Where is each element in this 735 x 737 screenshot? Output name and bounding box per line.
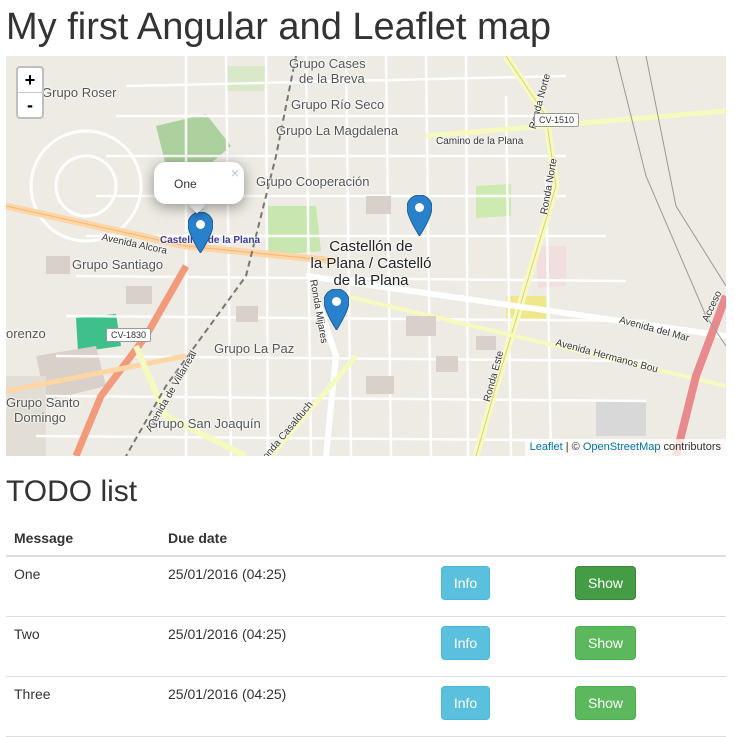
park-area (476, 184, 511, 218)
todo-message: One (6, 556, 160, 617)
map-label: Grupo La Paz (214, 341, 295, 356)
city-label: Castellón de la Plana / Castelló de la P… (306, 238, 436, 289)
zoom-in-button[interactable]: + (18, 68, 42, 92)
zoom-control: + - (16, 66, 44, 119)
map-label: Camino de la Plana (436, 136, 524, 147)
attribution-separator: | © (562, 441, 583, 453)
show-button[interactable]: Show (575, 686, 636, 720)
todo-message: Two (6, 616, 160, 677)
todo-message: Three (6, 676, 160, 737)
map-attribution: Leaflet | © OpenStreetMap contributors (524, 439, 726, 456)
osm-link[interactable]: OpenStreetMap (583, 441, 661, 453)
info-button[interactable]: Info (441, 686, 490, 720)
zoom-out-button[interactable]: - (18, 92, 42, 117)
city-label-line: la Plana / Castelló (310, 255, 432, 272)
todo-title: TODO list (6, 475, 138, 508)
info-button[interactable]: Info (441, 566, 490, 600)
column-header-message: Message (6, 520, 160, 557)
popup-text: One (174, 177, 197, 191)
map-label: Grupo Cooperación (256, 174, 370, 189)
info-button[interactable]: Info (441, 626, 490, 660)
attribution-suffix: contributors (660, 441, 721, 453)
page-title: My first Angular and Leaflet map (6, 6, 551, 48)
table-row: Three 25/01/2016 (04:25) Info Show (6, 676, 726, 737)
city-label-line: de la Plana (333, 272, 409, 289)
map[interactable]: Grupo Cases de la Breva Grupo Roser Grup… (6, 56, 726, 456)
table-row: Two 25/01/2016 (04:25) Info Show (6, 616, 726, 677)
map-label: Grupo Roser (42, 85, 117, 100)
todo-due-date: 25/01/2016 (04:25) (160, 556, 433, 617)
column-header-show (567, 520, 726, 557)
column-header-due-date: Due date (160, 520, 433, 557)
map-label: Domingo (14, 410, 67, 425)
map-label: de la Breva (299, 71, 365, 86)
map-label: Grupo Cases (289, 56, 366, 71)
industrial-area (596, 401, 646, 436)
column-header-info (433, 520, 567, 557)
map-label: Grupo La Magdalena (276, 123, 399, 138)
show-button[interactable]: Show (575, 626, 636, 660)
map-label: Grupo Río Seco (291, 97, 385, 112)
table-row: One 25/01/2016 (04:25) Info Show (6, 556, 726, 617)
marker-popup: One × (154, 162, 244, 204)
hospital-area (536, 246, 566, 288)
map-label: Grupo San Joaquín (148, 416, 261, 431)
map-marker-two[interactable] (407, 195, 432, 236)
todo-due-date: 25/01/2016 (04:25) (160, 676, 433, 737)
leaflet-link[interactable]: Leaflet (530, 441, 563, 453)
park-area (226, 66, 266, 91)
map-label: Grupo Santo (6, 395, 80, 410)
map-marker-one[interactable] (188, 212, 213, 253)
show-button[interactable]: Show (575, 566, 636, 600)
todo-table: Message Due date One 25/01/2016 (04:25) … (6, 520, 726, 737)
map-marker-three[interactable] (324, 289, 349, 330)
city-label-line: Castellón de (329, 238, 413, 255)
close-icon[interactable]: × (231, 165, 239, 181)
road-shield: CV-1510 (534, 113, 580, 127)
table-header-row: Message Due date (6, 520, 726, 557)
road-shield: CV-1830 (106, 328, 152, 342)
map-label: orenzo (6, 326, 46, 341)
todo-due-date: 25/01/2016 (04:25) (160, 616, 433, 677)
map-label: Grupo Santiago (72, 257, 164, 272)
